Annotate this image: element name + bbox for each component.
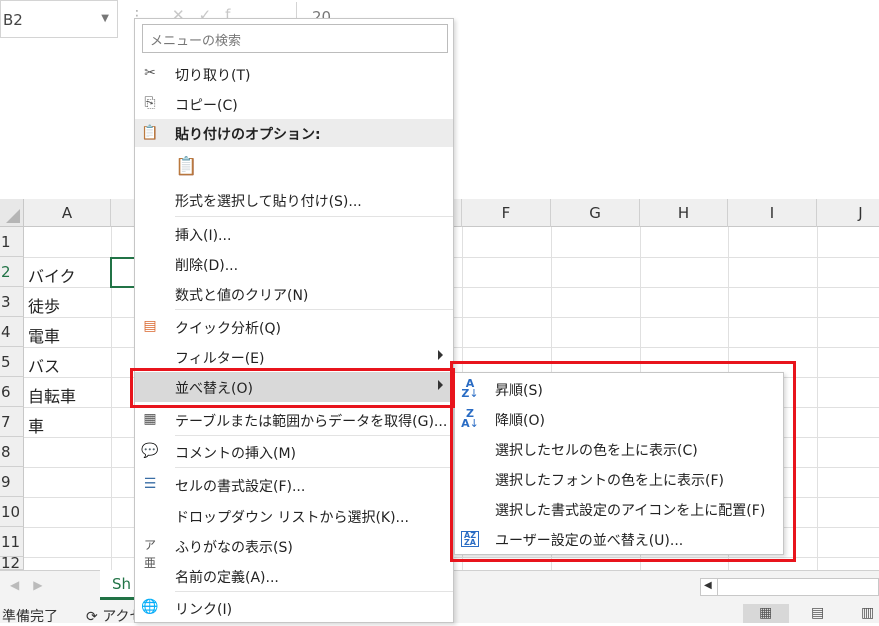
normal-view-button[interactable]: ▦	[743, 604, 789, 623]
row-header-3[interactable]: 3	[0, 287, 24, 317]
status-ready: 準備完了	[2, 609, 58, 625]
row-header-10[interactable]: 10	[0, 497, 24, 527]
menu-label-insert-comment: コメントの挿入(M)	[175, 446, 297, 462]
submenu-arrow-icon	[438, 350, 443, 360]
column-header-g[interactable]: G	[551, 199, 640, 227]
clipboard-icon: 📋	[141, 125, 159, 141]
menu-search-placeholder: メニューの検索	[150, 34, 242, 49]
menu-item-quick-analysis[interactable]: ▤ クイック分析(Q)	[135, 312, 453, 342]
formula-bar-grip[interactable]: ⋮	[130, 8, 144, 30]
paste-option-row: 📋	[135, 148, 453, 186]
row-header-6[interactable]: 6	[0, 377, 24, 407]
menu-label-format-cells: セルの書式設定(F)...	[175, 479, 306, 495]
row-header-12[interactable]: 12	[0, 557, 24, 570]
cell-a5[interactable]: バス	[28, 353, 60, 377]
menu-label-copy: コピー(C)	[175, 98, 238, 114]
column-header-i[interactable]: I	[728, 199, 817, 227]
highlight-box-sort	[130, 368, 455, 408]
menu-search-input[interactable]: メニューの検索	[142, 24, 448, 53]
comment-icon: 💬	[141, 443, 159, 459]
menu-item-dropdown-list[interactable]: ドロップダウン リストから選択(K)...	[135, 501, 453, 531]
grid-icon: ▦	[759, 605, 773, 621]
cell-a6[interactable]: 自転車	[28, 383, 76, 407]
menu-label-furigana: ふりがなの表示(S)	[175, 540, 293, 556]
name-box-value: B2	[3, 11, 23, 29]
menu-label-define-name: 名前の定義(A)...	[175, 570, 279, 586]
column-header-h[interactable]: H	[640, 199, 728, 227]
page-break-button[interactable]: ▥	[845, 604, 879, 623]
highlight-box-submenu	[450, 361, 796, 562]
row-header-7[interactable]: 7	[0, 407, 24, 437]
chevron-down-icon[interactable]: ▼	[101, 13, 109, 24]
row-header-1[interactable]: 1	[0, 227, 24, 257]
menu-item-delete[interactable]: 削除(D)...	[135, 249, 453, 279]
menu-label-paste-special: 形式を選択して貼り付け(S)...	[175, 194, 362, 210]
copy-icon: ⎘	[144, 95, 156, 111]
quick-analysis-icon: ▤	[143, 318, 157, 334]
menu-item-paste-special[interactable]: 形式を選択して貼り付け(S)...	[135, 185, 453, 215]
format-cells-icon: ☰	[143, 476, 157, 492]
cell-a4[interactable]: 電車	[28, 323, 60, 347]
menu-item-cut[interactable]: ✂ 切り取り(T)	[135, 59, 453, 89]
menu-item-furigana[interactable]: ア亜 ふりがなの表示(S)	[135, 531, 453, 570]
column-header-j[interactable]: J	[817, 199, 879, 227]
cell-a7[interactable]: 車	[28, 413, 44, 437]
menu-label-cut: 切り取り(T)	[175, 68, 251, 84]
row-header-2[interactable]: 2	[0, 257, 24, 287]
table-icon: ▦	[143, 411, 157, 427]
menu-item-link[interactable]: 🌐 リンク(I)	[135, 593, 453, 623]
page-break-icon: ▥	[861, 605, 875, 621]
cell-a2[interactable]: バイク	[28, 263, 76, 287]
cell-a3[interactable]: 徒歩	[28, 293, 60, 317]
row-header-8[interactable]: 8	[0, 437, 24, 467]
sheet-tab-label: Sh	[112, 575, 132, 593]
row-header-4[interactable]: 4	[0, 317, 24, 347]
column-header-f[interactable]: F	[462, 199, 551, 227]
menu-label-insert: 挿入(I)...	[175, 228, 232, 244]
scissors-icon: ✂	[144, 65, 156, 81]
menu-item-clear[interactable]: 数式と値のクリア(N)	[135, 279, 453, 309]
menu-label-paste-options: 貼り付けのオプション:	[175, 127, 321, 143]
row-header-11[interactable]: 11	[0, 527, 24, 557]
name-box[interactable]: B2 ▼	[0, 0, 118, 38]
menu-item-insert[interactable]: 挿入(I)...	[135, 219, 453, 249]
scroll-left-icon[interactable]: ◀	[704, 580, 712, 591]
menu-item-insert-comment[interactable]: 💬 コメントの挿入(M)	[135, 437, 453, 467]
page-layout-button[interactable]: ▤	[795, 604, 841, 623]
menu-label-link: リンク(I)	[175, 602, 233, 618]
selected-cell-b2[interactable]	[110, 257, 136, 288]
menu-item-define-name[interactable]: 名前の定義(A)...	[135, 561, 453, 591]
menu-item-get-data[interactable]: ▦ テーブルまたは範囲からデータを取得(G)...	[135, 405, 453, 435]
row-header-5[interactable]: 5	[0, 347, 24, 377]
menu-label-filter: フィルター(E)	[175, 351, 265, 367]
menu-label-dropdown-list: ドロップダウン リストから選択(K)...	[175, 510, 409, 526]
row-header-9[interactable]: 9	[0, 467, 24, 497]
paste-clipboard-icon[interactable]: 📋	[175, 156, 197, 177]
select-all-corner[interactable]	[0, 199, 24, 227]
horizontal-scrollbar[interactable]: ◀	[700, 578, 879, 596]
menu-header-paste-options: 📋 貼り付けのオプション:	[135, 119, 453, 147]
link-icon: 🌐	[141, 599, 159, 615]
furigana-icon: ア亜	[143, 538, 156, 570]
menu-label-delete: 削除(D)...	[175, 258, 239, 274]
menu-item-copy[interactable]: ⎘ コピー(C)	[135, 89, 453, 119]
menu-item-format-cells[interactable]: ☰ セルの書式設定(F)...	[135, 470, 453, 500]
menu-label-clear: 数式と値のクリア(N)	[175, 288, 309, 304]
menu-label-get-data: テーブルまたは範囲からデータを取得(G)...	[175, 414, 448, 430]
sheet-tab[interactable]: Sh	[100, 570, 136, 600]
column-header-a[interactable]: A	[24, 199, 111, 227]
page-icon: ▤	[811, 605, 825, 621]
menu-label-quick-analysis: クイック分析(Q)	[175, 321, 281, 337]
sheet-nav-arrows[interactable]: ◀▶	[10, 578, 56, 592]
